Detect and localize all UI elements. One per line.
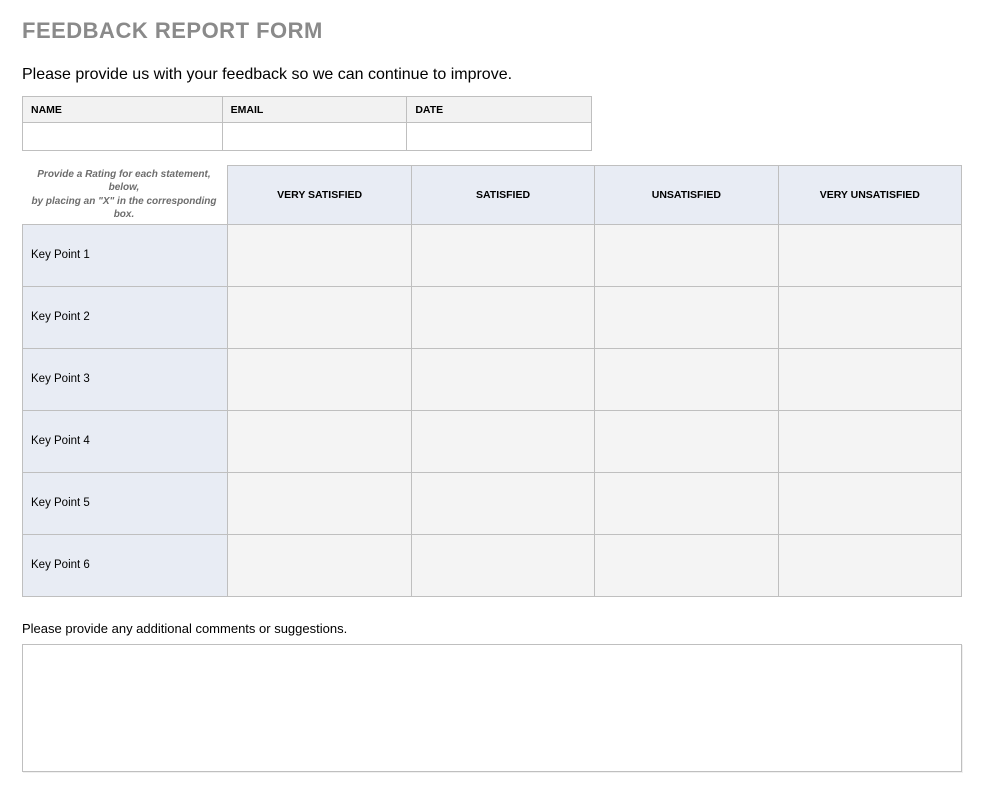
date-field[interactable] — [407, 123, 592, 151]
col-very-unsatisfied: VERY UNSATISFIED — [778, 166, 961, 225]
rating-cell[interactable] — [228, 410, 411, 472]
name-field[interactable] — [23, 123, 223, 151]
rating-cell[interactable] — [778, 286, 961, 348]
rating-cell[interactable] — [411, 286, 594, 348]
rating-instructions-line2: by placing an "X" in the corresponding b… — [31, 196, 216, 221]
rating-cell[interactable] — [595, 224, 778, 286]
subtitle: Please provide us with your feedback so … — [22, 66, 959, 84]
rating-cell[interactable] — [228, 534, 411, 596]
rating-cell[interactable] — [595, 534, 778, 596]
contact-header-name: NAME — [23, 97, 223, 123]
rating-cell[interactable] — [228, 286, 411, 348]
rating-cell[interactable] — [595, 348, 778, 410]
contact-header-email: EMAIL — [222, 97, 407, 123]
page-title: FEEDBACK REPORT FORM — [22, 18, 959, 44]
comments-input[interactable] — [22, 644, 962, 772]
rating-cell[interactable] — [228, 224, 411, 286]
row-key-point-5: Key Point 5 — [23, 472, 228, 534]
rating-cell[interactable] — [595, 286, 778, 348]
rating-cell[interactable] — [411, 224, 594, 286]
col-satisfied: SATISFIED — [411, 166, 594, 225]
email-field[interactable] — [222, 123, 407, 151]
col-very-satisfied: VERY SATISFIED — [228, 166, 411, 225]
rating-cell[interactable] — [778, 534, 961, 596]
row-key-point-4: Key Point 4 — [23, 410, 228, 472]
rating-cell[interactable] — [595, 472, 778, 534]
rating-cell[interactable] — [778, 472, 961, 534]
comments-label: Please provide any additional comments o… — [22, 621, 959, 636]
row-key-point-6: Key Point 6 — [23, 534, 228, 596]
rating-cell[interactable] — [595, 410, 778, 472]
rating-cell[interactable] — [778, 410, 961, 472]
rating-instructions-line1: Provide a Rating for each statement, bel… — [37, 169, 210, 194]
rating-cell[interactable] — [228, 472, 411, 534]
contact-table: NAME EMAIL DATE — [22, 96, 592, 151]
row-key-point-2: Key Point 2 — [23, 286, 228, 348]
rating-cell[interactable] — [778, 224, 961, 286]
rating-cell[interactable] — [228, 348, 411, 410]
rating-cell[interactable] — [411, 410, 594, 472]
rating-cell[interactable] — [411, 534, 594, 596]
row-key-point-3: Key Point 3 — [23, 348, 228, 410]
row-key-point-1: Key Point 1 — [23, 224, 228, 286]
contact-header-date: DATE — [407, 97, 592, 123]
rating-cell[interactable] — [411, 472, 594, 534]
rating-instructions: Provide a Rating for each statement, bel… — [23, 166, 228, 225]
rating-cell[interactable] — [411, 348, 594, 410]
rating-table: Provide a Rating for each statement, bel… — [22, 165, 962, 597]
col-unsatisfied: UNSATISFIED — [595, 166, 778, 225]
rating-cell[interactable] — [778, 348, 961, 410]
